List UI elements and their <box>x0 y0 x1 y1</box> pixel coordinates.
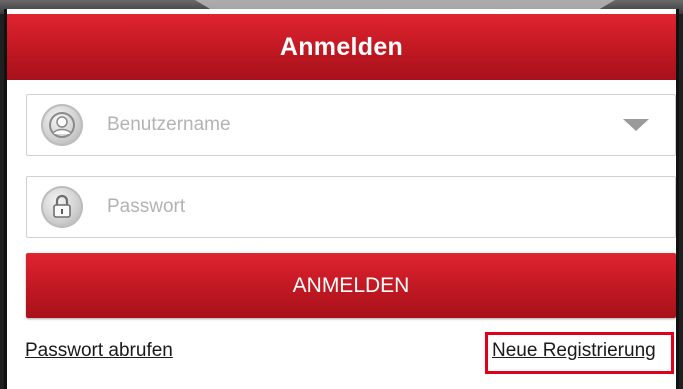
password-field[interactable] <box>26 176 676 238</box>
username-field[interactable] <box>26 94 676 156</box>
user-icon <box>41 104 83 146</box>
page-title: Anmelden <box>279 32 404 61</box>
new-registration-link[interactable]: Neue Registrierung <box>492 340 656 362</box>
forgot-password-link[interactable]: Passwort abrufen <box>25 340 173 362</box>
chevron-down-icon[interactable] <box>623 119 649 131</box>
dialog-header: Anmelden <box>7 14 676 80</box>
lock-icon <box>41 186 83 228</box>
password-input[interactable] <box>105 186 675 228</box>
login-button[interactable]: ANMELDEN <box>26 253 676 318</box>
username-input[interactable] <box>105 104 623 146</box>
